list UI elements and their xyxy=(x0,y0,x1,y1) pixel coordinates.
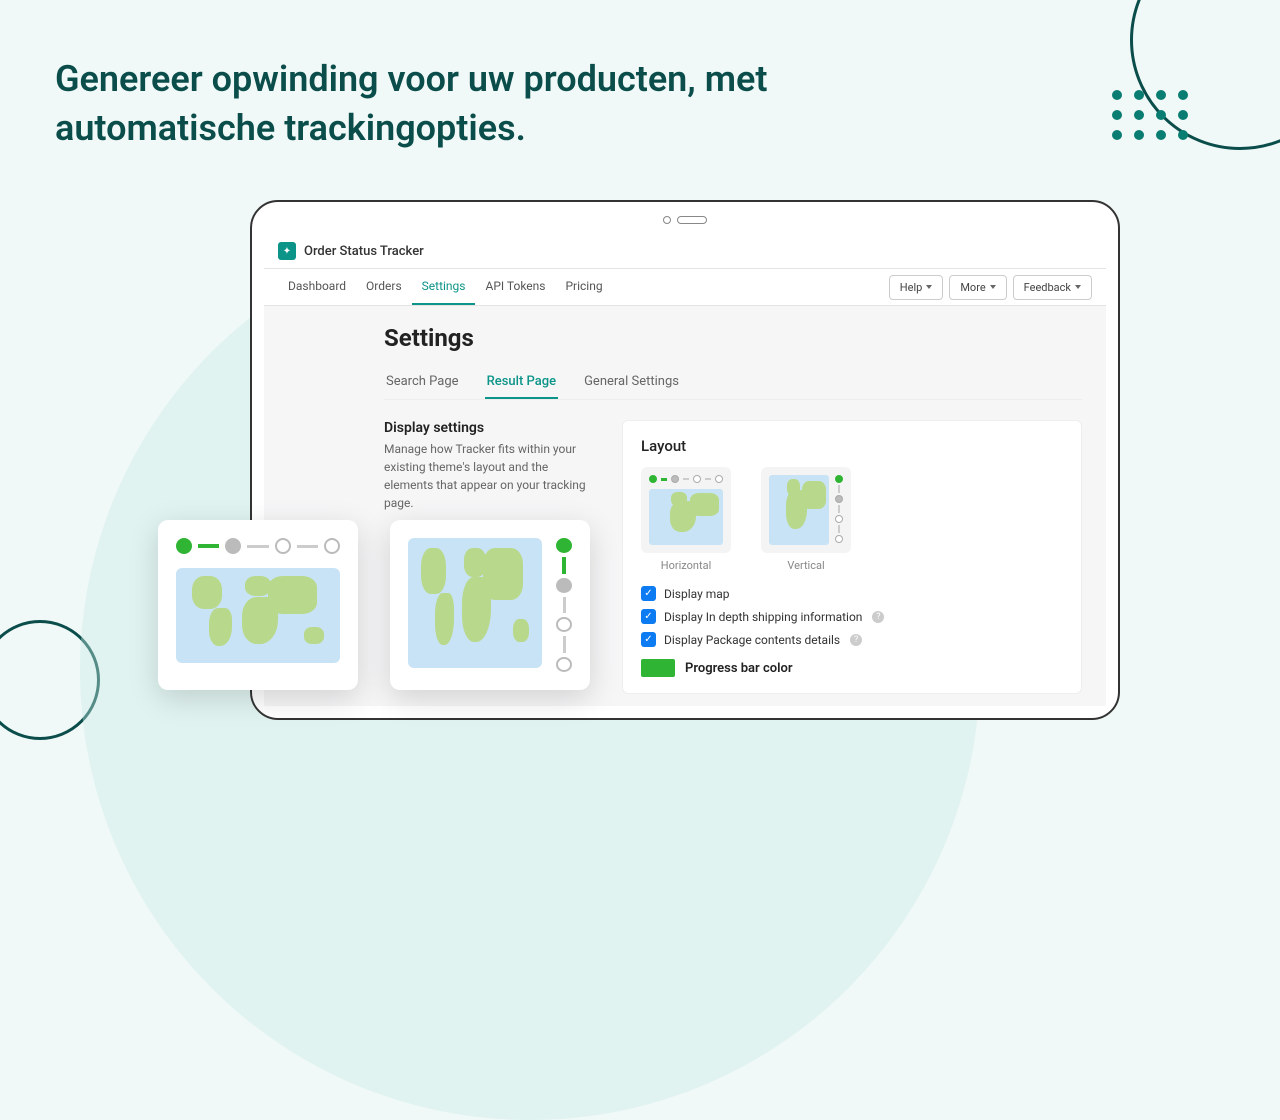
menu-item-pricing[interactable]: Pricing xyxy=(555,269,612,305)
menu-item-api-tokens[interactable]: API Tokens xyxy=(475,269,555,305)
subtab-general-settings[interactable]: General Settings xyxy=(582,366,681,399)
map-preview xyxy=(408,538,542,668)
chevron-down-icon xyxy=(926,285,932,289)
help-icon[interactable]: ? xyxy=(850,634,862,646)
help-label: Help xyxy=(900,281,923,294)
checkbox-row[interactable]: ✓ Display Package contents details? xyxy=(641,632,1063,647)
app-logo-icon: ✦ xyxy=(278,242,296,260)
layout-label-vertical: Vertical xyxy=(761,559,851,572)
mini-progress-horizontal xyxy=(649,475,723,483)
checkbox-label: Display map xyxy=(664,587,730,601)
mini-map-icon xyxy=(649,489,723,545)
panel-heading: Layout xyxy=(641,437,1063,455)
preview-card-horizontal xyxy=(158,520,358,690)
progress-horizontal xyxy=(176,538,340,554)
side-desc: Manage how Tracker fits within your exis… xyxy=(384,440,594,512)
help-button[interactable]: Help xyxy=(889,275,944,300)
progress-vertical xyxy=(556,538,572,672)
menu-item-settings[interactable]: Settings xyxy=(412,269,476,305)
hero-headline: Genereer opwinding voor uw producten, me… xyxy=(55,55,855,152)
menu-item-orders[interactable]: Orders xyxy=(356,269,412,305)
chevron-down-icon xyxy=(1075,285,1081,289)
progress-color-row[interactable]: Progress bar color xyxy=(641,659,1063,677)
subtabs: Search Page Result Page General Settings xyxy=(384,366,1082,400)
checkbox-icon: ✓ xyxy=(641,609,656,624)
color-swatch[interactable] xyxy=(641,659,675,677)
side-heading: Display settings xyxy=(384,420,594,436)
decor-dots xyxy=(1112,90,1190,140)
color-label: Progress bar color xyxy=(685,661,793,676)
more-button[interactable]: More xyxy=(949,275,1006,300)
feedback-label: Feedback xyxy=(1024,281,1071,294)
map-preview xyxy=(176,568,340,663)
mini-progress-vertical xyxy=(835,475,843,545)
app-header: ✦ Order Status Tracker xyxy=(264,234,1106,269)
display-options: ✓ Display map ✓ Display In depth shipping i… xyxy=(641,586,1063,647)
mini-map-icon xyxy=(769,475,829,545)
checkbox-row[interactable]: ✓ Display In depth shipping information? xyxy=(641,609,1063,624)
subtab-search-page[interactable]: Search Page xyxy=(384,366,461,399)
page-title: Settings xyxy=(384,324,1082,352)
chevron-down-icon xyxy=(990,285,996,289)
checkbox-row[interactable]: ✓ Display map xyxy=(641,586,1063,601)
layout-option-horizontal[interactable] xyxy=(641,467,731,553)
checkbox-icon: ✓ xyxy=(641,632,656,647)
app-title: Order Status Tracker xyxy=(304,244,424,259)
menu-item-dashboard[interactable]: Dashboard xyxy=(278,269,356,305)
feedback-button[interactable]: Feedback xyxy=(1013,275,1092,300)
checkbox-label: Display In depth shipping information xyxy=(664,610,862,624)
layout-option-vertical[interactable] xyxy=(761,467,851,553)
main-menubar: DashboardOrdersSettingsAPI TokensPricing… xyxy=(264,269,1106,306)
tablet-frame: ✦ Order Status Tracker DashboardOrdersSe… xyxy=(250,200,1120,720)
subtab-result-page[interactable]: Result Page xyxy=(485,366,559,399)
more-label: More xyxy=(960,281,985,294)
tablet-camera xyxy=(663,216,707,224)
preview-card-vertical xyxy=(390,520,590,690)
layout-panel: Layout Horizontal xyxy=(622,420,1082,694)
checkbox-label: Display Package contents details xyxy=(664,633,840,647)
checkbox-icon: ✓ xyxy=(641,586,656,601)
layout-label-horizontal: Horizontal xyxy=(641,559,731,572)
help-icon[interactable]: ? xyxy=(872,611,884,623)
